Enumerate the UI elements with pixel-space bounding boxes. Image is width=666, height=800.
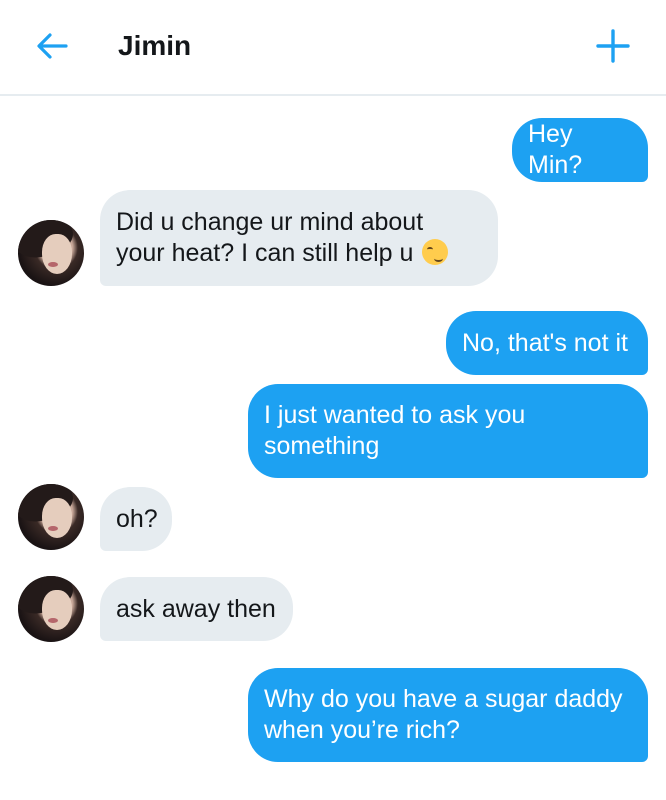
message-text: ask away then	[116, 594, 276, 623]
message-text: Why do you have a sugar daddy when you’r…	[264, 685, 623, 744]
sent-message-bubble[interactable]: I just wanted to ask you something	[248, 384, 648, 478]
conversation-title: Jimin	[118, 30, 192, 61]
smirking-face-emoji-icon	[422, 239, 449, 265]
message-text: No, that's not it	[462, 328, 628, 357]
avatar[interactable]	[18, 220, 84, 286]
avatar[interactable]	[18, 576, 84, 642]
back-arrow-icon[interactable]	[34, 28, 70, 64]
sent-message-bubble[interactable]: Why do you have a sugar daddy when you’r…	[248, 668, 648, 762]
message-text: oh?	[116, 504, 158, 533]
message-text: Did u change ur mind about your heat? I …	[116, 207, 482, 269]
plus-icon[interactable]	[594, 27, 632, 65]
received-message-bubble[interactable]: oh?	[100, 487, 172, 551]
received-message-bubble[interactable]: Did u change ur mind about your heat? I …	[100, 190, 498, 286]
sent-message-bubble[interactable]: Hey Min?	[512, 118, 648, 182]
conversation-header: Jimin	[0, 0, 666, 96]
received-message-bubble[interactable]: ask away then	[100, 577, 293, 641]
avatar[interactable]	[18, 484, 84, 550]
sent-message-bubble[interactable]: No, that's not it	[446, 311, 648, 375]
message-text: I just wanted to ask you something	[264, 401, 526, 460]
message-text: Hey Min?	[528, 120, 583, 179]
